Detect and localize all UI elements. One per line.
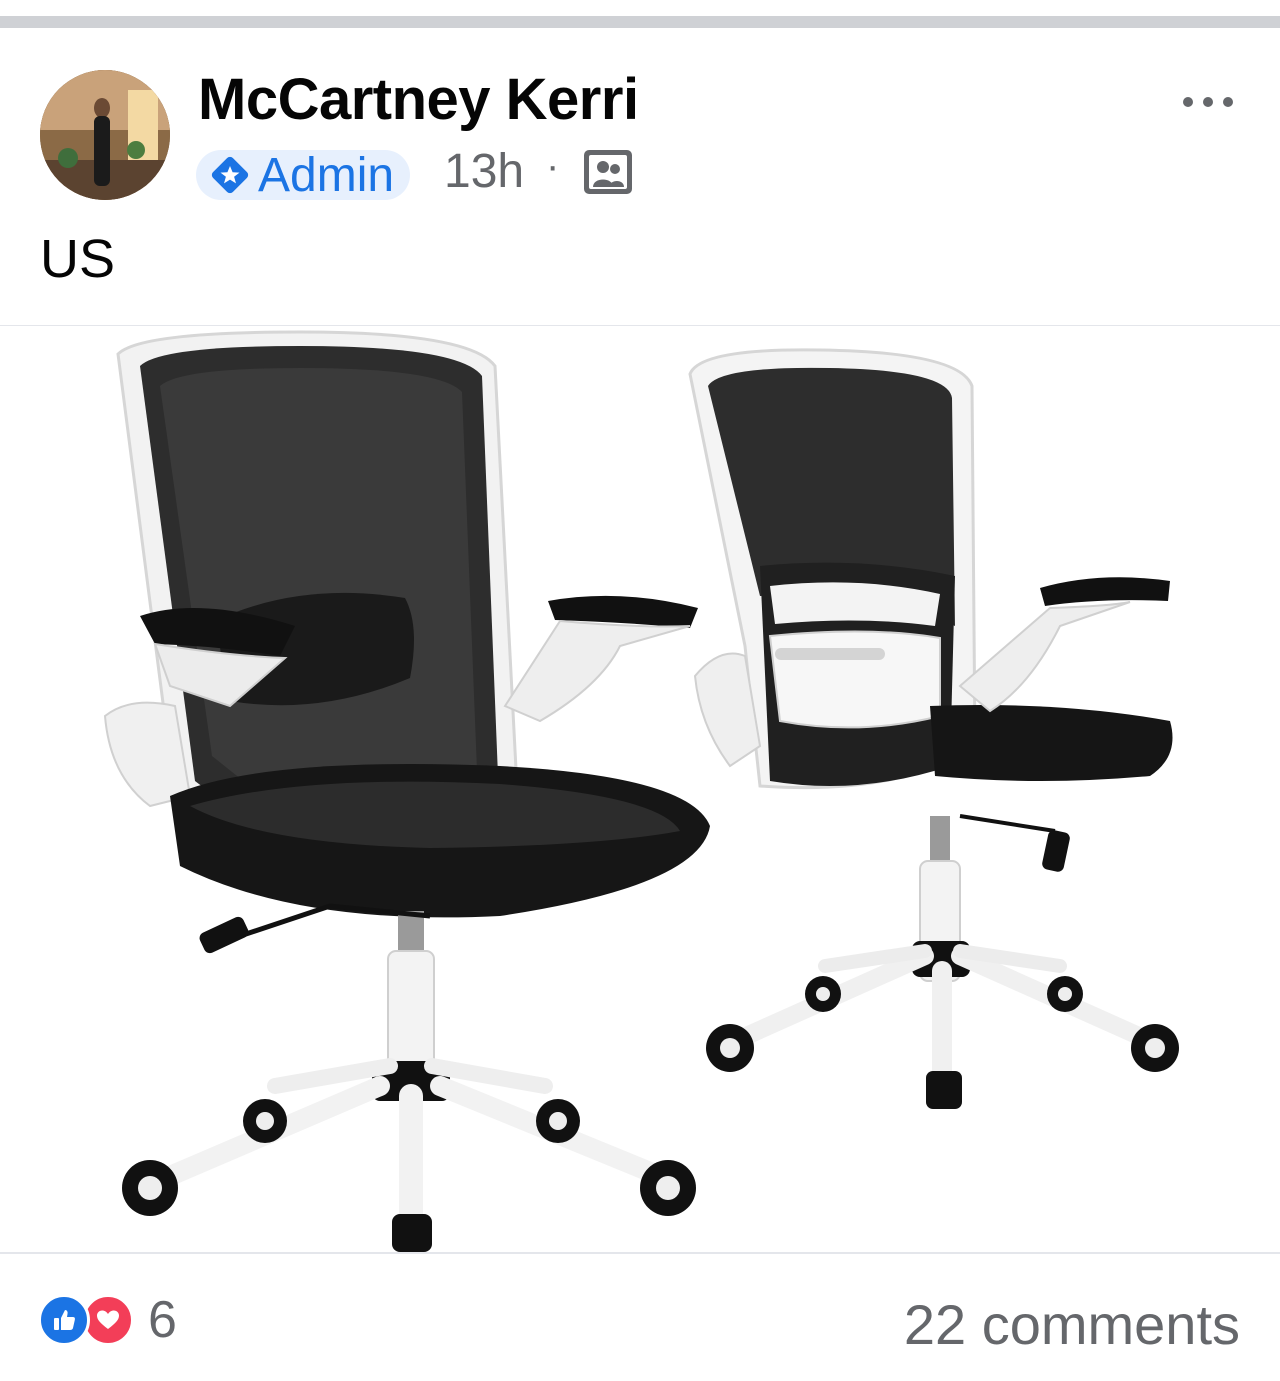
feed-divider bbox=[0, 16, 1280, 28]
comments-count-link[interactable]: 22 comments bbox=[904, 1292, 1240, 1357]
admin-badge[interactable]: Admin bbox=[196, 148, 411, 202]
photo-bottom-rule bbox=[0, 1252, 1280, 1254]
group-icon bbox=[584, 150, 632, 194]
post-timestamp[interactable]: 13h bbox=[444, 144, 524, 199]
chair-left bbox=[103, 330, 710, 1252]
more-options-icon[interactable] bbox=[1178, 82, 1238, 122]
chair-right bbox=[688, 348, 1179, 1109]
admin-label: Admin bbox=[258, 148, 395, 202]
reaction-count: 6 bbox=[148, 1291, 177, 1349]
reactions-summary[interactable]: 6 bbox=[38, 1291, 177, 1349]
author-name[interactable]: McCartney Kerri bbox=[198, 66, 639, 133]
meta-separator: · bbox=[546, 144, 560, 188]
avatar[interactable] bbox=[40, 70, 170, 200]
post-photo[interactable] bbox=[0, 326, 1280, 1252]
admin-diamond-icon bbox=[211, 156, 249, 194]
like-icon bbox=[38, 1294, 90, 1346]
post-text: US bbox=[40, 229, 116, 289]
